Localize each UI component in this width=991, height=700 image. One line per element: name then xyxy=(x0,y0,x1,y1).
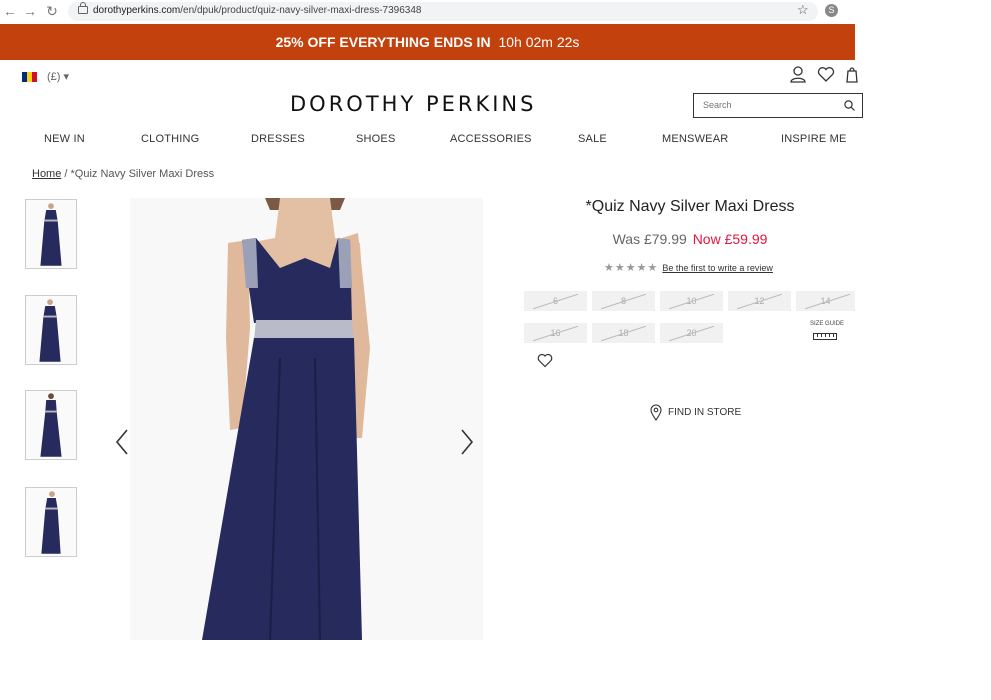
product-title: *Quiz Navy Silver Maxi Dress xyxy=(585,198,795,215)
promo-countdown: 10h 02m 22s xyxy=(498,34,580,50)
nav-shoes[interactable]: SHOES xyxy=(356,133,396,145)
nav-clothing[interactable]: CLOTHING xyxy=(141,133,199,145)
rating-stars: ★ ★ ★ ★ ★ xyxy=(604,262,658,274)
browser-toolbar: ← → ↻ dorothyperkins.com/en/dpuk/product… xyxy=(0,0,855,25)
size-guide-label[interactable]: SIZE GUIDE xyxy=(810,321,844,327)
page: ← → ↻ dorothyperkins.com/en/dpuk/product… xyxy=(0,0,863,700)
address-bar[interactable]: dorothyperkins.com/en/dpuk/product/quiz-… xyxy=(68,2,818,21)
search-input[interactable] xyxy=(701,99,835,111)
site-logo[interactable]: DOROTHY PERKINS xyxy=(290,92,536,116)
lock-icon xyxy=(78,2,88,14)
main-nav: NEW IN CLOTHING DRESSES SHOES ACCESSORIE… xyxy=(0,133,855,149)
locale-selector[interactable]: (£) ▾ xyxy=(22,70,69,83)
star-icon: ★ xyxy=(647,262,658,274)
account-icon[interactable] xyxy=(790,66,806,83)
size-option-12[interactable]: 12 xyxy=(728,291,791,311)
nav-new-in[interactable]: NEW IN xyxy=(44,133,85,145)
back-icon[interactable]: ← xyxy=(2,3,18,19)
nav-sale[interactable]: SALE xyxy=(578,133,607,145)
url-text: dorothyperkins.com/en/dpuk/product/quiz-… xyxy=(93,5,422,16)
previous-image-arrow-icon[interactable] xyxy=(114,428,130,456)
size-option-20[interactable]: 20 xyxy=(660,323,723,343)
wishlist-icon[interactable] xyxy=(817,66,835,83)
find-in-store-label: FIND IN STORE xyxy=(668,407,742,418)
location-pin-icon xyxy=(650,404,662,421)
nav-menswear[interactable]: MENSWEAR xyxy=(662,133,728,145)
ruler-icon[interactable] xyxy=(813,333,837,340)
star-icon: ★ xyxy=(604,262,614,274)
search-box[interactable] xyxy=(693,93,863,118)
bookmark-star-icon[interactable]: ☆ xyxy=(797,2,809,18)
rating-row: ★ ★ ★ ★ ★ Be the first to write a review xyxy=(604,262,773,274)
find-in-store-link[interactable]: FIND IN STORE xyxy=(650,404,741,421)
thumbnail-2[interactable] xyxy=(25,295,77,365)
size-option-6[interactable]: 6 xyxy=(524,291,587,311)
was-price: Was £79.99 xyxy=(612,231,687,247)
product-main-image xyxy=(130,198,483,640)
reload-icon[interactable]: ↻ xyxy=(44,3,60,19)
size-option-8[interactable]: 8 xyxy=(592,291,655,311)
size-option-14[interactable]: 14 xyxy=(796,291,855,311)
extension-icon[interactable]: S xyxy=(825,4,838,17)
breadcrumb-current: *Quiz Navy Silver Maxi Dress xyxy=(70,168,215,180)
thumbnail-4[interactable] xyxy=(25,487,77,557)
dress-thumbnail-image xyxy=(26,391,76,459)
bag-icon[interactable] xyxy=(846,66,858,83)
product-price: Was £79.99 Now £59.99 xyxy=(520,231,860,247)
nav-accessories[interactable]: ACCESSORIES xyxy=(450,133,532,145)
forward-icon[interactable]: → xyxy=(22,3,38,19)
breadcrumb-separator: / xyxy=(61,168,71,180)
thumbnail-1[interactable] xyxy=(25,199,77,269)
promo-banner: 25% OFF EVERYTHING ENDS IN 10h 02m 22s xyxy=(0,24,855,60)
search-icon[interactable] xyxy=(844,100,855,111)
currency-label: (£) ▾ xyxy=(47,71,70,83)
next-image-arrow-icon[interactable] xyxy=(459,428,475,456)
size-option-10[interactable]: 10 xyxy=(660,291,723,311)
thumbnail-3[interactable] xyxy=(25,390,77,460)
star-icon: ★ xyxy=(636,262,647,274)
star-icon: ★ xyxy=(625,262,636,274)
nav-inspire-me[interactable]: INSPIRE ME xyxy=(781,133,847,145)
promo-text: 25% OFF EVERYTHING ENDS IN xyxy=(275,34,491,50)
dress-thumbnail-image xyxy=(26,296,76,364)
dress-model-image xyxy=(130,198,483,640)
breadcrumb-home[interactable]: Home xyxy=(32,168,61,180)
dress-thumbnail-image xyxy=(26,200,76,268)
star-icon: ★ xyxy=(614,262,625,274)
size-option-16[interactable]: 16 xyxy=(524,323,587,343)
add-to-wishlist-heart-icon[interactable] xyxy=(537,353,553,368)
now-price: Now £59.99 xyxy=(692,231,768,247)
write-review-link[interactable]: Be the first to write a review xyxy=(662,263,773,273)
flag-icon xyxy=(22,71,37,82)
dress-thumbnail-image xyxy=(26,488,76,556)
nav-dresses[interactable]: DRESSES xyxy=(251,133,305,145)
size-option-18[interactable]: 18 xyxy=(592,323,655,343)
breadcrumb: Home / *Quiz Navy Silver Maxi Dress xyxy=(32,168,214,180)
